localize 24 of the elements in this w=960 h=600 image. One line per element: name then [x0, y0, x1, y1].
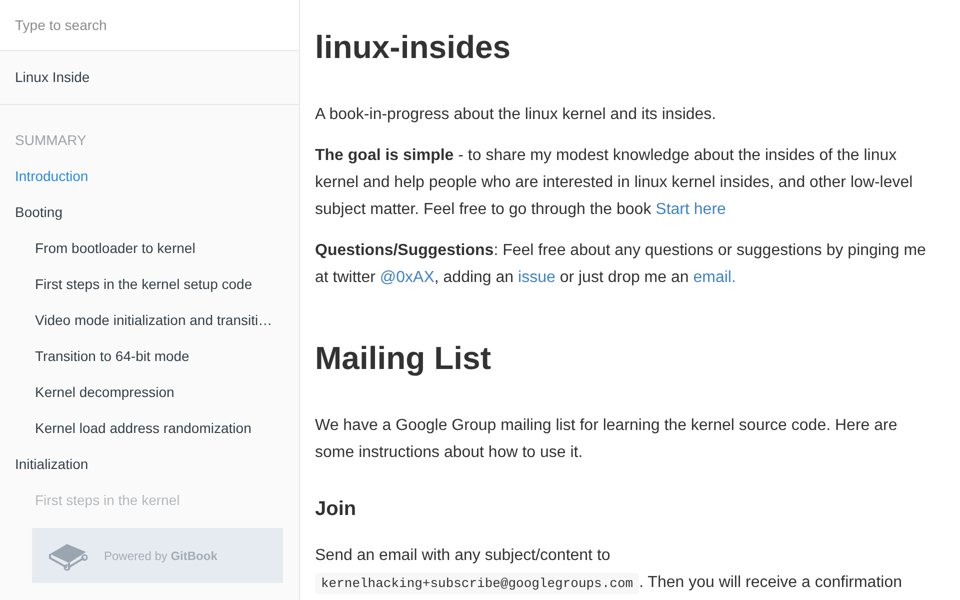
link[interactable]: @0xAX [380, 269, 434, 286]
nav-link[interactable]: Kernel decompression [0, 374, 299, 410]
inline-code: kernelhacking+subscribe@googlegroups.com [315, 573, 640, 594]
nav-link[interactable]: Initialization [0, 446, 299, 482]
nav-link[interactable]: Booting [0, 194, 299, 230]
link[interactable]: email. [693, 269, 736, 286]
summary-label: SUMMARY [15, 130, 86, 150]
heading: linux-insides [315, 28, 512, 67]
paragraph: Send an email with any subject/content to kernelhacking+subscribe@googlegroups.com . Then you will receive a confirmation [315, 542, 940, 597]
search-field[interactable]: Type to search [0, 0, 299, 51]
heading: Mailing List [315, 339, 492, 378]
paragraph: Questions/Suggestions: Feel free about any questions or suggestions by pinging me at twitter @0xAX, adding an issue or just drop me an email. [315, 241, 927, 288]
link[interactable]: Start here [656, 201, 726, 218]
paragraph: The goal is simple - to share my modest knowledge about the insides of the linux kernel and help people who are interested in linux kernel insides, and other low-level subject matter. Feel free to go through the book Start here [315, 146, 914, 220]
subheading: Join [315, 497, 358, 522]
book-title[interactable]: Linux Inside [0, 67, 105, 88]
paragraph: A book-in-progress about the linux kernel and its insides. [315, 105, 718, 125]
link[interactable]: issue [518, 269, 556, 286]
nav-link[interactable]: Kernel load address randomization [0, 410, 299, 446]
paragraph: We have a Google Group mailing list for learning the kernel source code. Here are some instructions about how to use it. [315, 416, 898, 463]
nav-link[interactable]: First steps in the kernel setup code [0, 266, 299, 302]
nav-link[interactable]: Transition to 64-bit mode [0, 338, 299, 374]
nav-link[interactable]: Video mode initialization and transiti… [0, 302, 299, 338]
nav-link[interactable]: From bootloader to kernel [0, 230, 299, 266]
